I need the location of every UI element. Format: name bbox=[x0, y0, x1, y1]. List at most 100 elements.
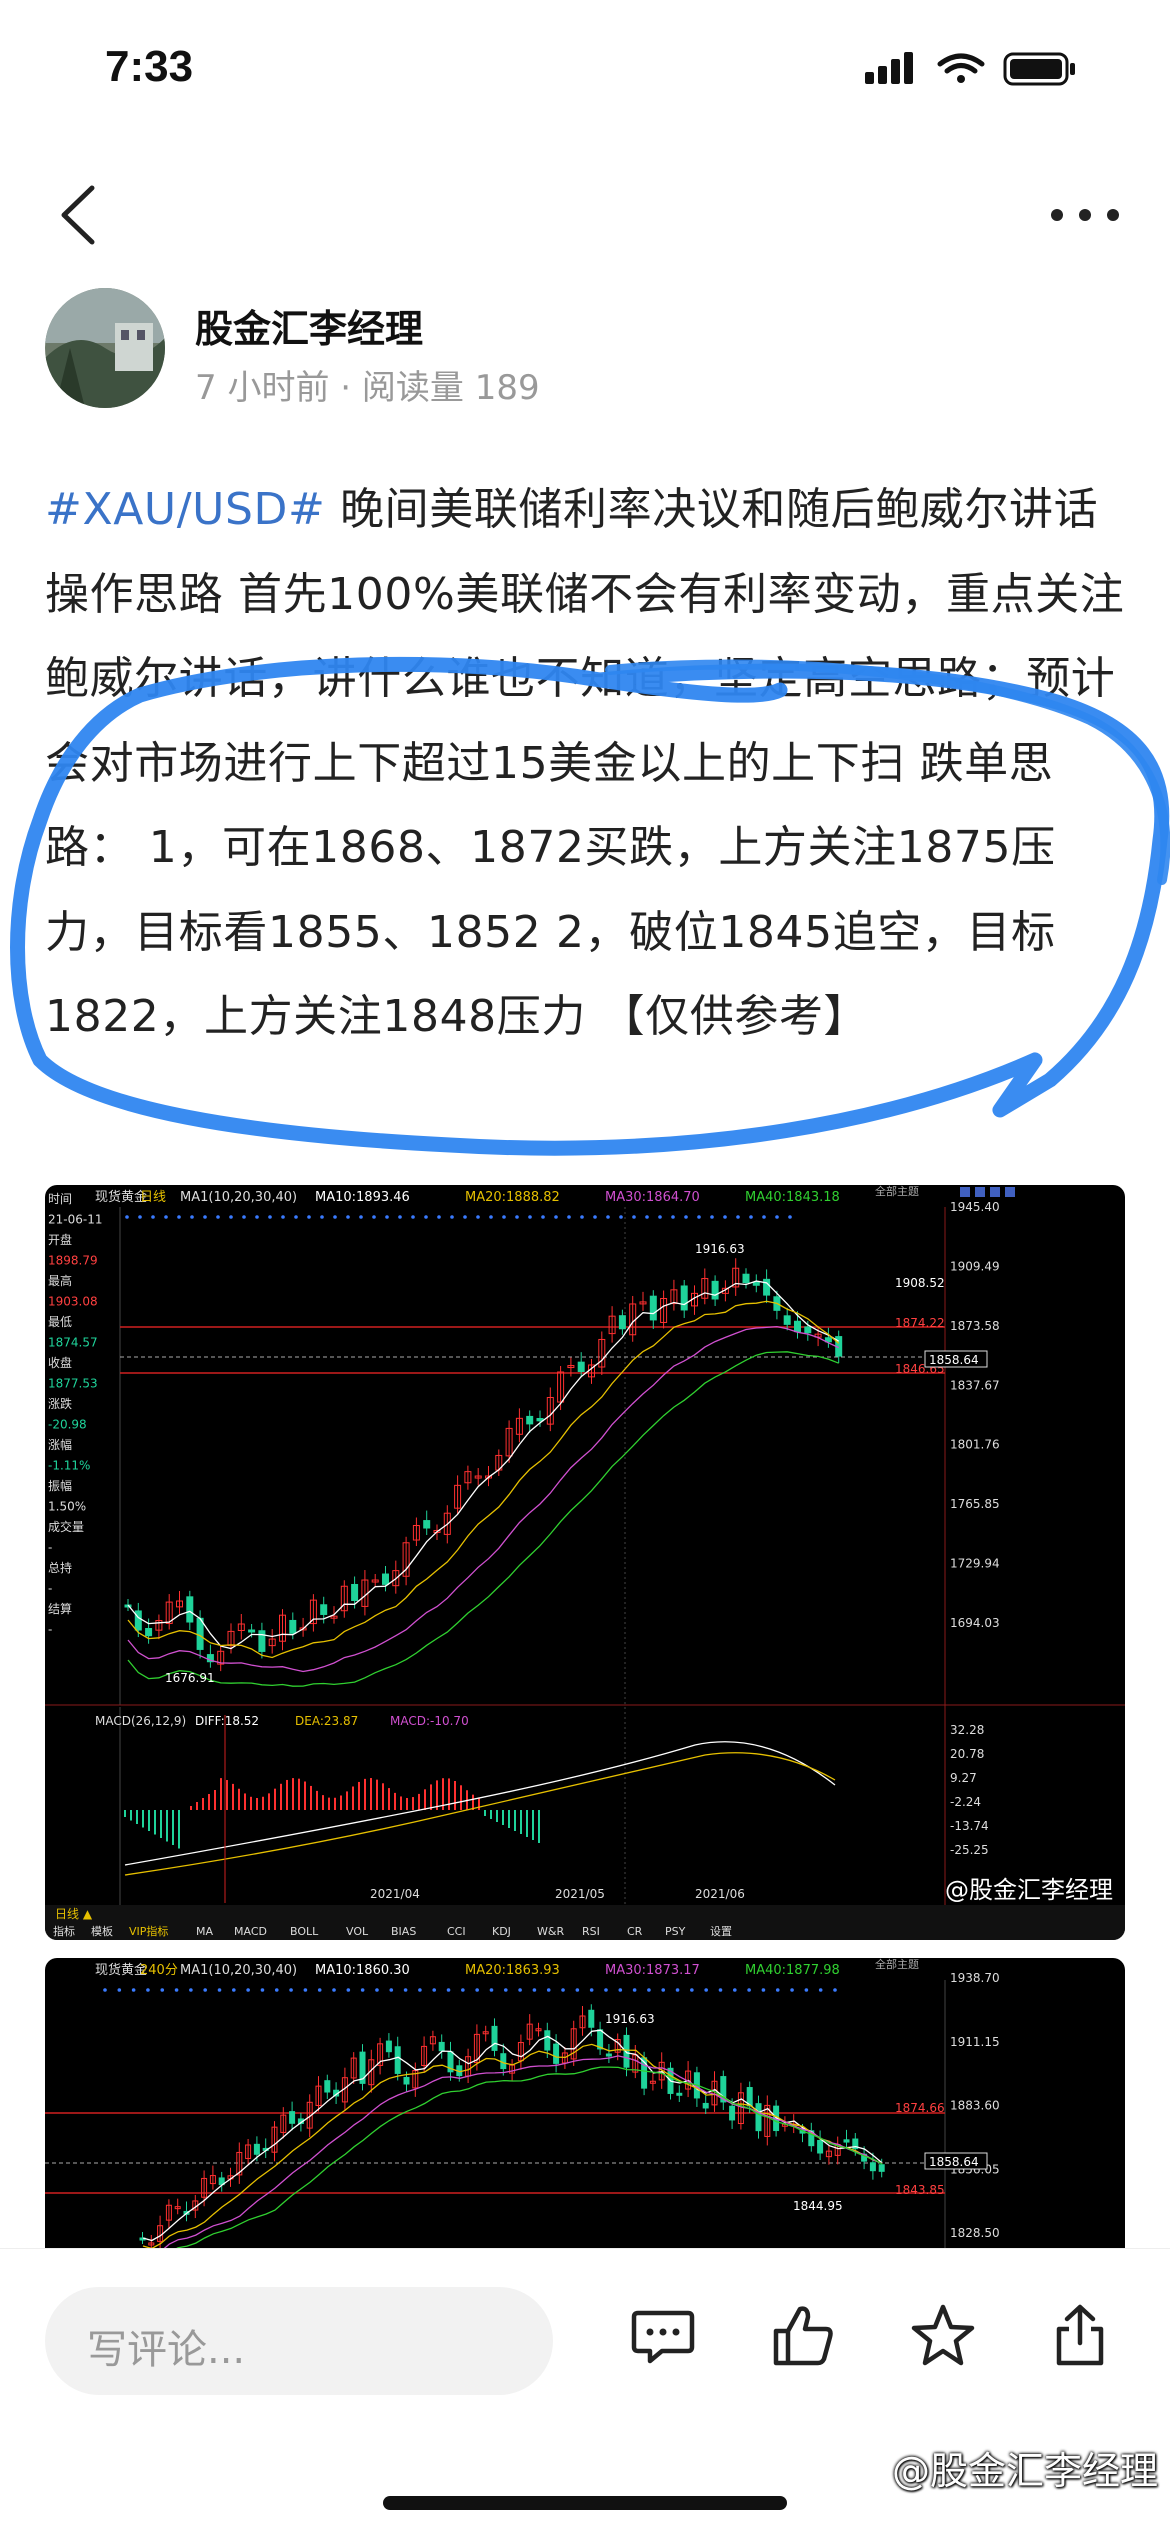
chart1-candles bbox=[124, 1258, 843, 1672]
indicator-tab[interactable]: 模板 bbox=[91, 1924, 113, 1938]
signal-dot bbox=[546, 1988, 551, 1992]
signal-dot bbox=[632, 1988, 637, 1992]
ma-line bbox=[127, 1351, 839, 1687]
chart2-y-axis: 1938.701911.151883.601856.051828.50 bbox=[950, 1971, 1000, 2240]
candle bbox=[544, 2030, 551, 2051]
chart2-low-label: 1844.95 bbox=[793, 2199, 843, 2213]
indicator-tab[interactable]: RSI bbox=[582, 1925, 600, 1938]
price-tag: 1874.22 bbox=[895, 1316, 945, 1330]
signal-dot bbox=[619, 1215, 623, 1219]
author-name[interactable]: 股金汇李经理 bbox=[195, 298, 423, 353]
y-tick: 20.78 bbox=[950, 1747, 984, 1761]
info-low-label: 最低 bbox=[48, 1315, 72, 1329]
indicator-tab[interactable]: BIAS bbox=[391, 1925, 416, 1938]
candle bbox=[536, 1418, 544, 1422]
info-amp-label: 振幅 bbox=[48, 1478, 72, 1493]
signal-dot bbox=[575, 1988, 580, 1992]
signal-dot bbox=[710, 1215, 714, 1219]
indicator-tab[interactable]: 指标 bbox=[53, 1924, 75, 1938]
signal-dot bbox=[749, 1215, 753, 1219]
candle bbox=[438, 2041, 445, 2052]
signal-dot bbox=[589, 1988, 594, 1992]
chart2-candles bbox=[139, 2004, 885, 2248]
info-open: 1898.79 bbox=[48, 1254, 98, 1268]
signal-dot bbox=[554, 1215, 558, 1219]
home-indicator[interactable] bbox=[383, 2496, 787, 2510]
chart2-price-tags: 1874.66 1858.64 1843.85 bbox=[895, 2101, 988, 2197]
signal-dot bbox=[450, 1215, 454, 1219]
signal-dot bbox=[604, 1988, 608, 1992]
hashtag-link[interactable]: #XAU/USD# bbox=[45, 484, 325, 535]
back-arrow-icon[interactable] bbox=[50, 180, 110, 250]
share-icon[interactable] bbox=[1045, 2301, 1115, 2371]
macd-diff: DIFF:18.52 bbox=[195, 1714, 259, 1728]
signal-dot bbox=[561, 1988, 565, 1992]
indicator-tab[interactable]: KDJ bbox=[492, 1925, 511, 1938]
info-open-label: 开盘 bbox=[48, 1232, 72, 1247]
chart1-low-label: 1676.91 bbox=[165, 1671, 215, 1685]
indicator-tab[interactable]: BOLL bbox=[290, 1925, 319, 1938]
signal-dot bbox=[432, 1988, 437, 1992]
240min-chart-screenshot[interactable]: 现货黄金 240分 MA1(10,20,30,40) MA10:1860.30 … bbox=[45, 1958, 1125, 2248]
indicator-tab[interactable]: 设置 bbox=[710, 1925, 732, 1938]
signal-dot bbox=[332, 1988, 336, 1992]
indicator-tab[interactable]: CR bbox=[627, 1925, 643, 1938]
candle bbox=[423, 1520, 431, 1529]
signal-dot bbox=[360, 1988, 365, 1992]
signal-dot bbox=[647, 1988, 651, 1992]
chart1-ma10: MA10:1893.46 bbox=[315, 1190, 410, 1205]
macd-dea-line bbox=[124, 1752, 836, 1876]
post-text: 晚间美联储利率决议和随后鲍威尔讲话操作思路 首先100%美联储不会有利率变动，重… bbox=[45, 484, 1125, 1042]
signal-dot bbox=[146, 1988, 150, 1992]
indicator-tab[interactable]: MA bbox=[196, 1925, 213, 1938]
like-thumbs-up-icon[interactable] bbox=[768, 2301, 838, 2371]
y-tick: 32.28 bbox=[950, 1723, 984, 1737]
signal-dot bbox=[632, 1215, 636, 1219]
indicator-tab[interactable]: VIP指标 bbox=[129, 1924, 168, 1938]
candle bbox=[289, 1619, 297, 1634]
y-tick: 9.27 bbox=[950, 1771, 977, 1785]
signal-dot bbox=[320, 1215, 324, 1219]
signal-dot bbox=[446, 1988, 451, 1992]
chart2-theme[interactable]: 全部主题 bbox=[875, 1958, 919, 1971]
comment-input[interactable]: 写评论... bbox=[45, 2287, 553, 2395]
favorite-star-icon[interactable] bbox=[908, 2301, 978, 2371]
info-pct: -1.11% bbox=[48, 1459, 90, 1473]
indicator-tab[interactable]: CCI bbox=[447, 1925, 466, 1938]
signal-dot bbox=[303, 1988, 308, 1992]
chart1-theme[interactable]: 全部主题 bbox=[875, 1185, 919, 1198]
signal-dot bbox=[437, 1215, 441, 1219]
chart1-period-tab[interactable]: 日线 ▲ bbox=[55, 1907, 93, 1921]
signal-dot bbox=[567, 1215, 571, 1219]
indicator-tab[interactable]: VOL bbox=[346, 1925, 369, 1938]
indicator-tab[interactable]: MACD bbox=[234, 1925, 267, 1938]
comment-icon[interactable] bbox=[628, 2301, 698, 2371]
status-bar: 7:33 bbox=[0, 0, 1170, 140]
candle bbox=[196, 1617, 204, 1650]
candle bbox=[248, 1629, 256, 1633]
signal-dot bbox=[788, 1215, 792, 1219]
signal-dot bbox=[229, 1215, 233, 1219]
indicator-tab[interactable]: W&R bbox=[537, 1925, 564, 1938]
signal-dot bbox=[190, 1215, 194, 1219]
candle bbox=[702, 2102, 709, 2109]
image-watermark: @股金汇李经理 bbox=[891, 2449, 1158, 2493]
macd-value: MACD:-10.70 bbox=[390, 1714, 469, 1728]
daily-chart-screenshot[interactable]: 现货黄金 日线 MA1(10,20,30,40) MA10:1893.46 MA… bbox=[45, 1185, 1125, 1940]
signal-dot bbox=[103, 1988, 107, 1992]
candle bbox=[783, 1315, 791, 1325]
signal-dot bbox=[260, 1988, 265, 1992]
y-tick: 1828.50 bbox=[950, 2226, 1000, 2240]
avatar[interactable] bbox=[45, 288, 165, 408]
more-options-icon[interactable] bbox=[1045, 180, 1125, 250]
signal-dot bbox=[289, 1988, 293, 1992]
signal-dot bbox=[747, 1988, 751, 1992]
signal-dot bbox=[242, 1215, 246, 1219]
signal-dot bbox=[790, 1988, 794, 1992]
signal-dot bbox=[661, 1988, 666, 1992]
price-tag: 1843.85 bbox=[895, 2183, 945, 2197]
indicator-tab[interactable]: PSY bbox=[665, 1925, 686, 1938]
candle bbox=[526, 1415, 534, 1425]
signal-dot bbox=[675, 1988, 680, 1992]
signal-dot bbox=[476, 1215, 480, 1219]
